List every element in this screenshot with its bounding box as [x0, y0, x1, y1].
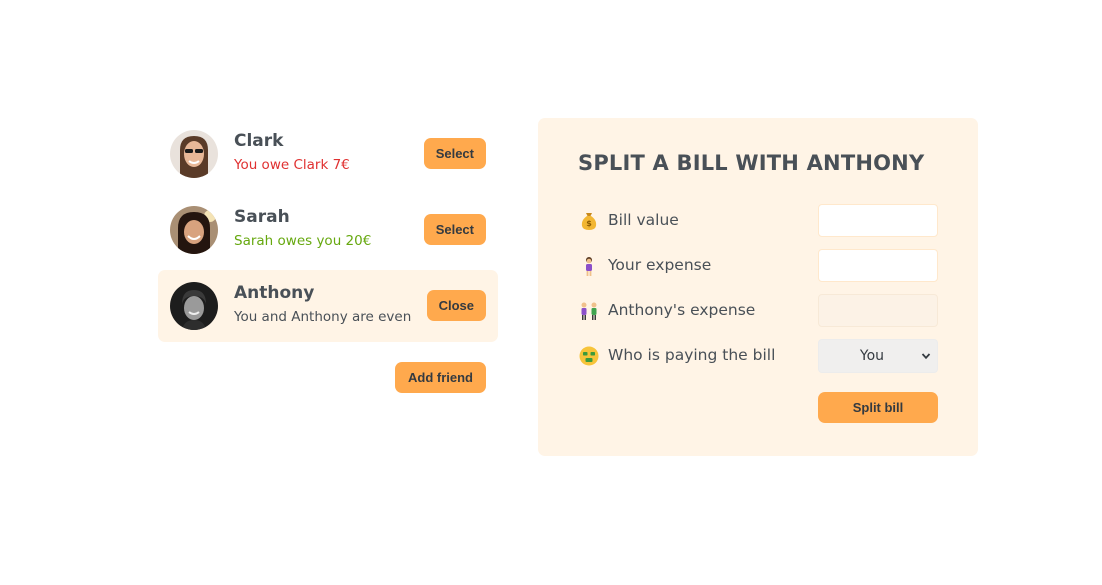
friends-list: Clark You owe Clark 7€ Select Sarah Sara…: [158, 118, 498, 346]
payer-select[interactable]: You: [818, 339, 938, 373]
your-expense-input[interactable]: [818, 249, 938, 282]
payer-select-value: You: [859, 348, 885, 364]
avatar: [170, 130, 218, 178]
two-people-icon: [578, 300, 600, 322]
select-button[interactable]: Select: [423, 214, 486, 245]
friend-name: Clark: [234, 131, 284, 151]
money-bag-icon: $: [578, 210, 600, 232]
bill-value-input[interactable]: [818, 204, 938, 237]
svg-text:$: $: [586, 219, 592, 228]
who-pays-label: Who is paying the bill: [608, 346, 776, 364]
who-pays-row: Who is paying the bill You: [578, 339, 938, 373]
close-button[interactable]: Close: [426, 290, 486, 321]
friend-name: Anthony: [234, 283, 315, 303]
bill-value-label: Bill value: [608, 211, 679, 229]
friend-balance: Sarah owes you 20€: [234, 233, 372, 249]
friend-item-anthony: Anthony You and Anthony are even Close: [158, 270, 498, 342]
select-button[interactable]: Select: [423, 138, 486, 169]
person-icon: [578, 255, 600, 277]
your-expense-row: Your expense: [578, 249, 938, 283]
split-bill-form: SPLIT A BILL WITH ANTHONY $ Bill value Y…: [538, 118, 978, 456]
chevron-down-icon: [921, 351, 931, 361]
split-bill-button[interactable]: Split bill: [818, 392, 938, 423]
friend-balance: You owe Clark 7€: [234, 157, 350, 173]
friend-expense-input: [818, 294, 938, 327]
bill-value-row: $ Bill value: [578, 204, 938, 238]
money-mouth-face-icon: [578, 345, 600, 367]
avatar: [170, 282, 218, 330]
friend-item-sarah: Sarah Sarah owes you 20€ Select: [158, 194, 498, 266]
form-title: SPLIT A BILL WITH ANTHONY: [578, 151, 925, 175]
friend-item-clark: Clark You owe Clark 7€ Select: [158, 118, 498, 190]
add-friend-button[interactable]: Add friend: [395, 362, 486, 393]
avatar: [170, 206, 218, 254]
friend-balance: You and Anthony are even: [234, 309, 412, 325]
friend-expense-row: Anthony's expense: [578, 294, 938, 328]
your-expense-label: Your expense: [608, 256, 712, 274]
friend-expense-label: Anthony's expense: [608, 301, 756, 319]
friend-name: Sarah: [234, 207, 290, 227]
